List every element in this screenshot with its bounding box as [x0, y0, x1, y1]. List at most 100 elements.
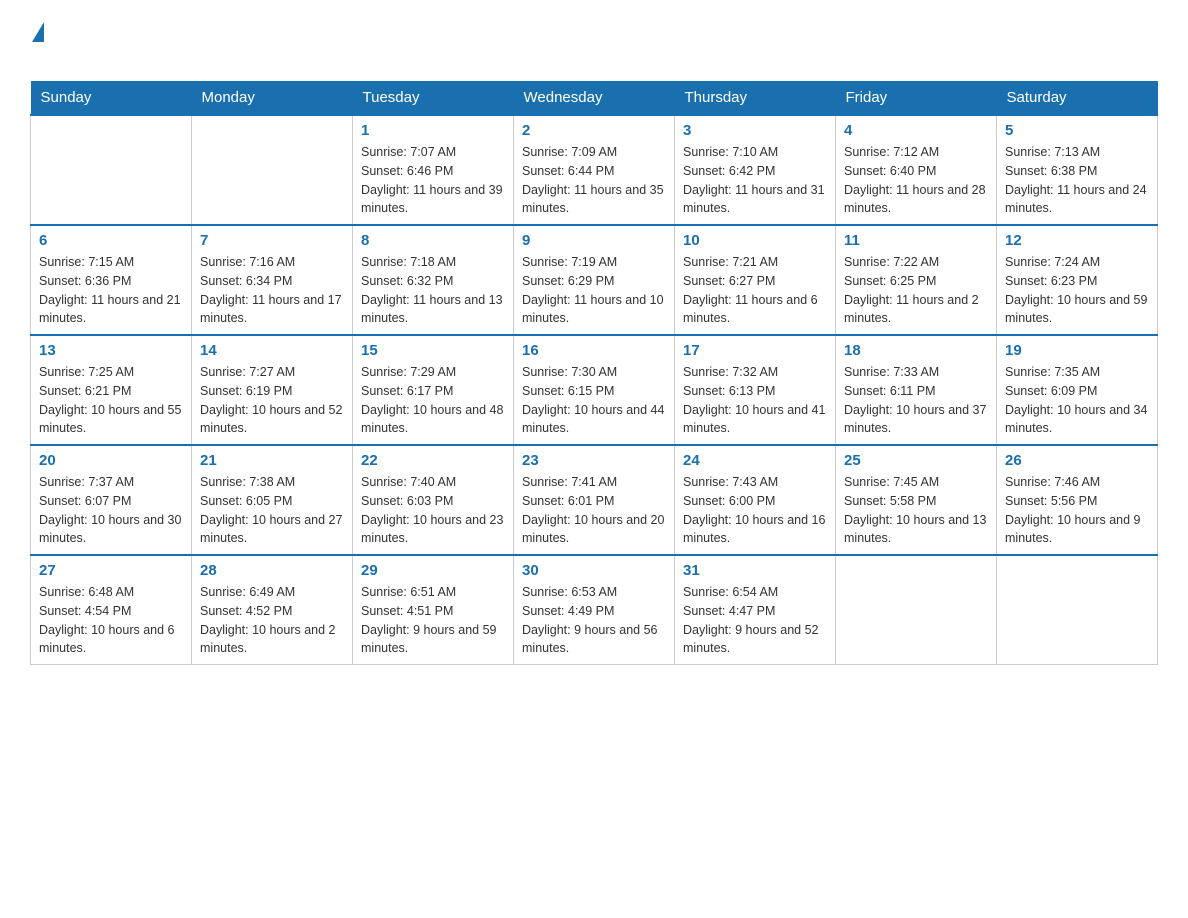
calendar-cell — [31, 115, 192, 225]
day-number: 25 — [844, 452, 988, 469]
day-info: Sunrise: 7:24 AMSunset: 6:23 PMDaylight:… — [1005, 253, 1149, 328]
day-info: Sunrise: 7:21 AMSunset: 6:27 PMDaylight:… — [683, 253, 827, 328]
day-number: 11 — [844, 232, 988, 249]
day-info: Sunrise: 7:33 AMSunset: 6:11 PMDaylight:… — [844, 363, 988, 438]
calendar-cell: 9Sunrise: 7:19 AMSunset: 6:29 PMDaylight… — [514, 225, 675, 335]
calendar-cell: 3Sunrise: 7:10 AMSunset: 6:42 PMDaylight… — [675, 115, 836, 225]
day-number: 21 — [200, 452, 344, 469]
calendar-header-thursday: Thursday — [675, 81, 836, 115]
calendar-cell: 24 Sunrise: 7:43 AMSunset: 6:00 PMDayligh… — [675, 445, 836, 555]
day-number: 24 — [683, 452, 827, 469]
calendar-week-5: 27 Sunrise: 6:48 AMSunset: 4:54 PMDayligh… — [31, 555, 1158, 665]
day-info: Sunrise: 7:37 AMSunset: 6:07 PMDaylight:… — [39, 473, 183, 548]
day-number: 26 — [1005, 452, 1149, 469]
day-info: Sunrise: 7:12 AMSunset: 6:40 PMDaylight:… — [844, 143, 988, 218]
calendar-cell: 30 Sunrise: 6:53 AMSunset: 4:49 PMDayligh… — [514, 555, 675, 665]
day-number: 3 — [683, 122, 827, 139]
calendar-cell: 19 Sunrise: 7:35 AMSunset: 6:09 PMDayligh… — [997, 335, 1158, 445]
calendar-cell: 11 Sunrise: 7:22 AMSunset: 6:25 PMDayligh… — [836, 225, 997, 335]
day-number: 8 — [361, 232, 505, 249]
calendar-cell: 21Sunrise: 7:38 AMSunset: 6:05 PMDayligh… — [192, 445, 353, 555]
calendar-cell: 18 Sunrise: 7:33 AMSunset: 6:11 PMDayligh… — [836, 335, 997, 445]
day-number: 23 — [522, 452, 666, 469]
logo — [30, 20, 46, 71]
day-info: Sunrise: 7:27 AMSunset: 6:19 PMDaylight:… — [200, 363, 344, 438]
calendar-cell: 27 Sunrise: 6:48 AMSunset: 4:54 PMDayligh… — [31, 555, 192, 665]
day-info: Sunrise: 7:07 AMSunset: 6:46 PMDaylight:… — [361, 143, 505, 218]
calendar-cell: 6Sunrise: 7:15 AMSunset: 6:36 PMDaylight… — [31, 225, 192, 335]
page-header — [30, 20, 1158, 71]
calendar-header-sunday: Sunday — [31, 81, 192, 115]
calendar-week-4: 20 Sunrise: 7:37 AMSunset: 6:07 PMDayligh… — [31, 445, 1158, 555]
calendar-cell: 28 Sunrise: 6:49 AMSunset: 4:52 PMDayligh… — [192, 555, 353, 665]
calendar-cell — [836, 555, 997, 665]
day-info: Sunrise: 7:43 AMSunset: 6:00 PMDaylight:… — [683, 473, 827, 548]
calendar-week-2: 6Sunrise: 7:15 AMSunset: 6:36 PMDaylight… — [31, 225, 1158, 335]
day-info: Sunrise: 7:22 AMSunset: 6:25 PMDaylight:… — [844, 253, 988, 328]
calendar-header-friday: Friday — [836, 81, 997, 115]
calendar-cell: 13 Sunrise: 7:25 AMSunset: 6:21 PMDayligh… — [31, 335, 192, 445]
calendar-cell: 10 Sunrise: 7:21 AMSunset: 6:27 PMDayligh… — [675, 225, 836, 335]
calendar-cell — [192, 115, 353, 225]
day-info: Sunrise: 7:30 AMSunset: 6:15 PMDaylight:… — [522, 363, 666, 438]
calendar-cell: 31 Sunrise: 6:54 AMSunset: 4:47 PMDayligh… — [675, 555, 836, 665]
calendar-cell: 14 Sunrise: 7:27 AMSunset: 6:19 PMDayligh… — [192, 335, 353, 445]
day-info: Sunrise: 7:41 AMSunset: 6:01 PMDaylight:… — [522, 473, 666, 548]
day-number: 27 — [39, 562, 183, 579]
calendar-cell: 4 Sunrise: 7:12 AMSunset: 6:40 PMDaylight… — [836, 115, 997, 225]
calendar-cell: 16Sunrise: 7:30 AMSunset: 6:15 PMDayligh… — [514, 335, 675, 445]
day-number: 18 — [844, 342, 988, 359]
day-number: 13 — [39, 342, 183, 359]
day-number: 14 — [200, 342, 344, 359]
day-number: 30 — [522, 562, 666, 579]
calendar-cell: 23 Sunrise: 7:41 AMSunset: 6:01 PMDayligh… — [514, 445, 675, 555]
calendar-header-wednesday: Wednesday — [514, 81, 675, 115]
day-number: 29 — [361, 562, 505, 579]
day-info: Sunrise: 7:09 AMSunset: 6:44 PMDaylight:… — [522, 143, 666, 218]
day-number: 4 — [844, 122, 988, 139]
day-number: 20 — [39, 452, 183, 469]
day-number: 1 — [361, 122, 505, 139]
day-info: Sunrise: 7:18 AMSunset: 6:32 PMDaylight:… — [361, 253, 505, 328]
calendar-week-1: 1 Sunrise: 7:07 AMSunset: 6:46 PMDaylight… — [31, 115, 1158, 225]
day-number: 17 — [683, 342, 827, 359]
day-number: 7 — [200, 232, 344, 249]
day-number: 19 — [1005, 342, 1149, 359]
day-number: 12 — [1005, 232, 1149, 249]
calendar-cell: 20 Sunrise: 7:37 AMSunset: 6:07 PMDayligh… — [31, 445, 192, 555]
day-number: 2 — [522, 122, 666, 139]
calendar-week-3: 13 Sunrise: 7:25 AMSunset: 6:21 PMDayligh… — [31, 335, 1158, 445]
day-info: Sunrise: 7:35 AMSunset: 6:09 PMDaylight:… — [1005, 363, 1149, 438]
calendar-header-saturday: Saturday — [997, 81, 1158, 115]
calendar-cell: 22Sunrise: 7:40 AMSunset: 6:03 PMDayligh… — [353, 445, 514, 555]
day-info: Sunrise: 7:15 AMSunset: 6:36 PMDaylight:… — [39, 253, 183, 328]
day-info: Sunrise: 6:53 AMSunset: 4:49 PMDaylight:… — [522, 583, 666, 658]
calendar-cell: 15Sunrise: 7:29 AMSunset: 6:17 PMDayligh… — [353, 335, 514, 445]
calendar-cell: 7 Sunrise: 7:16 AMSunset: 6:34 PMDaylight… — [192, 225, 353, 335]
logo-triangle-icon — [32, 22, 44, 42]
day-info: Sunrise: 6:49 AMSunset: 4:52 PMDaylight:… — [200, 583, 344, 658]
calendar-header-tuesday: Tuesday — [353, 81, 514, 115]
calendar-cell: 1 Sunrise: 7:07 AMSunset: 6:46 PMDaylight… — [353, 115, 514, 225]
calendar-table: SundayMondayTuesdayWednesdayThursdayFrid… — [30, 81, 1158, 665]
calendar-cell: 25 Sunrise: 7:45 AMSunset: 5:58 PMDayligh… — [836, 445, 997, 555]
day-number: 5 — [1005, 122, 1149, 139]
day-info: Sunrise: 7:13 AMSunset: 6:38 PMDaylight:… — [1005, 143, 1149, 218]
calendar-cell: 5 Sunrise: 7:13 AMSunset: 6:38 PMDaylight… — [997, 115, 1158, 225]
day-info: Sunrise: 7:40 AMSunset: 6:03 PMDaylight:… — [361, 473, 505, 548]
calendar-cell: 26Sunrise: 7:46 AMSunset: 5:56 PMDayligh… — [997, 445, 1158, 555]
day-number: 9 — [522, 232, 666, 249]
day-info: Sunrise: 6:48 AMSunset: 4:54 PMDaylight:… — [39, 583, 183, 658]
calendar-cell: 17 Sunrise: 7:32 AMSunset: 6:13 PMDayligh… — [675, 335, 836, 445]
day-info: Sunrise: 7:45 AMSunset: 5:58 PMDaylight:… — [844, 473, 988, 548]
calendar-cell: 29Sunrise: 6:51 AMSunset: 4:51 PMDayligh… — [353, 555, 514, 665]
day-number: 28 — [200, 562, 344, 579]
day-info: Sunrise: 7:25 AMSunset: 6:21 PMDaylight:… — [39, 363, 183, 438]
day-info: Sunrise: 7:29 AMSunset: 6:17 PMDaylight:… — [361, 363, 505, 438]
day-number: 10 — [683, 232, 827, 249]
day-info: Sunrise: 6:54 AMSunset: 4:47 PMDaylight:… — [683, 583, 827, 658]
day-info: Sunrise: 7:32 AMSunset: 6:13 PMDaylight:… — [683, 363, 827, 438]
day-number: 31 — [683, 562, 827, 579]
day-info: Sunrise: 7:16 AMSunset: 6:34 PMDaylight:… — [200, 253, 344, 328]
calendar-cell: 12 Sunrise: 7:24 AMSunset: 6:23 PMDayligh… — [997, 225, 1158, 335]
